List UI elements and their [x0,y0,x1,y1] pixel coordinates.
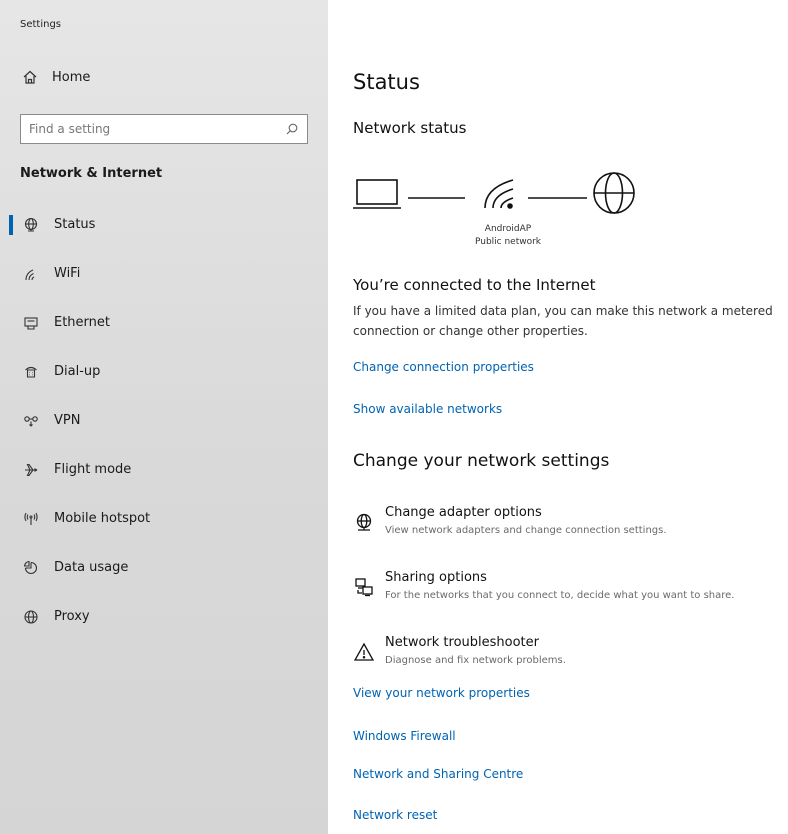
network-type: Public network [474,237,542,247]
option-description: Diagnose and fix network problems. [385,655,566,666]
network-info: AndroidAP Public network [448,223,568,249]
connected-title: You’re connected to the Internet [353,276,596,294]
network-status-heading: Network status [353,119,467,137]
sidebar-item-label: Dial-up [54,364,101,379]
network-troubleshooter[interactable]: Network troubleshooter Diagnose and fix … [353,635,788,679]
warning-icon [353,641,375,663]
sharing-options[interactable]: Sharing options For the networks that yo… [353,570,788,614]
search-icon[interactable] [285,122,299,136]
laptop-icon [353,179,401,209]
app-title: Settings [20,19,62,30]
wifi-icon [22,265,40,283]
sidebar-item-mobile-hotspot[interactable]: Mobile hotspot [0,494,328,543]
sidebar-item-label: Flight mode [54,462,132,477]
network-sharing-centre-link[interactable]: Network and Sharing Centre [353,767,523,781]
sidebar-item-status[interactable]: Status [0,200,328,249]
option-description: View network adapters and change connect… [385,525,667,536]
sidebar-item-data-usage[interactable]: Data usage [0,543,328,592]
ethernet-icon [22,314,40,332]
sidebar-item-dial-up[interactable]: Dial-up [0,347,328,396]
sidebar-item-wifi[interactable]: WiFi [0,249,328,298]
page-title: Status [353,70,420,94]
show-available-networks-link[interactable]: Show available networks [353,402,502,416]
search-input[interactable] [29,122,285,136]
windows-firewall-link[interactable]: Windows Firewall [353,729,456,743]
sidebar-item-flight-mode[interactable]: Flight mode [0,445,328,494]
sidebar: Settings Home Network & Internet Status [0,0,328,834]
change-network-settings-heading: Change your network settings [353,451,610,471]
globe-network-icon [22,216,40,234]
globe-icon [593,172,635,214]
adapter-icon [353,511,375,533]
sidebar-item-label: WiFi [54,266,81,281]
option-description: For the networks that you connect to, de… [385,590,735,601]
sidebar-item-label: Proxy [54,609,90,624]
data-usage-icon [22,559,40,577]
view-network-properties-link[interactable]: View your network properties [353,686,530,700]
hotspot-icon [22,510,40,528]
change-connection-properties-link[interactable]: Change connection properties [353,360,534,374]
sidebar-item-label: Data usage [54,560,129,575]
sidebar-item-label: Status [54,217,96,232]
main-content: Status Network status AndroidAP Public n… [353,0,788,834]
network-name: AndroidAP [484,224,532,234]
section-title: Network & Internet [20,166,163,181]
sidebar-item-ethernet[interactable]: Ethernet [0,298,328,347]
home-button[interactable]: Home [20,65,90,89]
connected-description: If you have a limited data plan, you can… [353,304,773,338]
network-reset-link[interactable]: Network reset [353,808,437,822]
vpn-icon [22,412,40,430]
change-adapter-options[interactable]: Change adapter options View network adap… [353,505,788,549]
option-title: Change adapter options [385,505,542,520]
sidebar-item-label: Mobile hotspot [54,511,151,526]
nav-list: Status WiFi Ethernet Dial-up VPN Flight … [0,200,328,641]
dial-up-icon [22,363,40,381]
airplane-icon [22,461,40,479]
home-icon [20,67,40,87]
globe-icon [22,608,40,626]
network-diagram [353,172,635,214]
wifi-icon [484,179,514,209]
sidebar-item-label: Ethernet [54,315,110,330]
home-label: Home [52,69,91,85]
sidebar-item-proxy[interactable]: Proxy [0,592,328,641]
sidebar-item-label: VPN [54,413,81,428]
search-box [20,114,308,144]
option-title: Network troubleshooter [385,635,539,650]
title-bar: Settings [0,0,328,46]
sidebar-item-vpn[interactable]: VPN [0,396,328,445]
option-title: Sharing options [385,570,487,585]
sharing-icon [353,576,375,598]
